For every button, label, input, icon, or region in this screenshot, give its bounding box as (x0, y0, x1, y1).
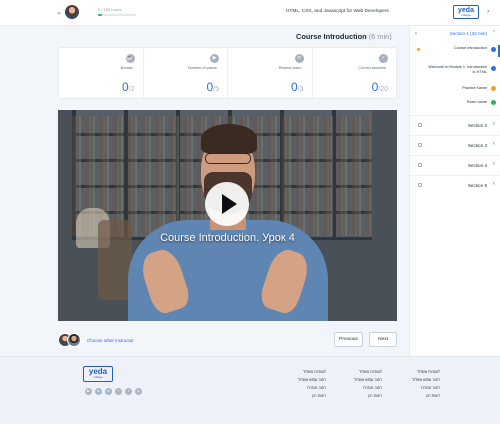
linkedin-icon[interactable]: in (95, 388, 102, 395)
footer-column: לשוניות אשדוד רחוב שמש אשדוד רחוב ממכרז … (297, 370, 326, 398)
stat-pauses: ▶ Number of pause 0/5 (144, 48, 228, 98)
check-icon: ✓ (379, 54, 388, 63)
youtube-icon[interactable]: ▶ (85, 388, 92, 395)
footer-column: לשוניות אשדוד רחוב שמש אשדוד רחוב ממכרז … (411, 370, 440, 398)
play-icon: ▶ (210, 54, 219, 63)
chevron-right-icon[interactable]: › (487, 8, 489, 15)
stat-breaks: ☕ Breaks 0/2 (59, 48, 144, 98)
chevron-left-icon: ‹ (493, 181, 495, 187)
logo[interactable]: yeda college (453, 5, 479, 19)
lock-icon (418, 143, 422, 147)
status-dot (491, 66, 496, 71)
lock-icon (418, 123, 422, 127)
sidebar-section-5[interactable]: Section 5 ‹ (410, 175, 500, 195)
chevron-left-icon: ‹ (493, 141, 495, 147)
footer-logo[interactable]: yeda college (83, 366, 113, 382)
progress-fill (98, 14, 102, 16)
rewind-icon: ⟲ (294, 54, 304, 63)
status-dot (491, 47, 496, 52)
stat-rewinds: ⟲ Rewind video 0/3 (228, 48, 313, 98)
instagram-icon[interactable]: ◎ (135, 388, 142, 395)
chevron-left-icon: ‹ (493, 121, 495, 127)
instructor-avatar[interactable] (67, 333, 81, 347)
status-dot (417, 48, 420, 51)
footer-column: לשוניות אשדוד רחוב שמש אשדוד רחוב ממכרז … (353, 370, 382, 398)
play-button-icon[interactable] (205, 182, 249, 226)
sidebar-section-4[interactable]: Section 4 ‹ (410, 155, 500, 175)
course-title: HTML, CSS, and Javascript for Web Develo… (286, 9, 389, 14)
sidebar-section-3[interactable]: Section 3 ‹ (410, 135, 500, 155)
previous-button[interactable]: Previous (334, 332, 363, 347)
stat-correct-answers: ✓ Correct answers 0/20 (358, 54, 388, 94)
video-caption: Course Introduction. Урок 4 (160, 232, 295, 244)
progress-text: 0 / 196 hours (98, 7, 122, 12)
coffee-icon: ☕ (125, 54, 135, 63)
status-dot (491, 86, 496, 91)
video-player[interactable]: Course Introduction. Урок 4 (58, 110, 397, 321)
chevron-left-icon: ‹ (493, 161, 495, 167)
sidebar-section-1[interactable]: Section 1 (32 min) ⌃ (410, 28, 500, 41)
lock-icon (418, 163, 422, 167)
social-links: ▶ in ➤ f t ◎ (85, 388, 142, 395)
next-button[interactable]: Next (369, 332, 397, 347)
choose-instructor-link[interactable]: Choose other instructor (87, 338, 134, 343)
chevron-down-icon[interactable]: ⌄ (56, 8, 62, 16)
progress-bar (98, 14, 136, 16)
lesson-title: Course Introduction (6 min) (296, 32, 392, 41)
status-dot (491, 100, 496, 105)
lock-icon (418, 183, 422, 187)
top-bar: ⌄ 0 / 196 hours HTML, CSS, and Javascrip… (0, 0, 500, 26)
twitter-icon[interactable]: t (125, 388, 132, 395)
course-sidebar: ‹ Section 1 (32 min) ⌃ Course Introducti… (409, 26, 500, 356)
telegram-icon[interactable]: ➤ (105, 388, 112, 395)
user-avatar[interactable] (65, 5, 79, 19)
stats-panel: ☕ Breaks 0/2 ▶ Number of pause 0/5 ⟲ Rew… (58, 47, 397, 99)
sidebar-section-2[interactable]: Section 2 ‹ (410, 115, 500, 135)
chevron-up-icon: ⌃ (491, 30, 496, 36)
facebook-icon[interactable]: f (115, 388, 122, 395)
